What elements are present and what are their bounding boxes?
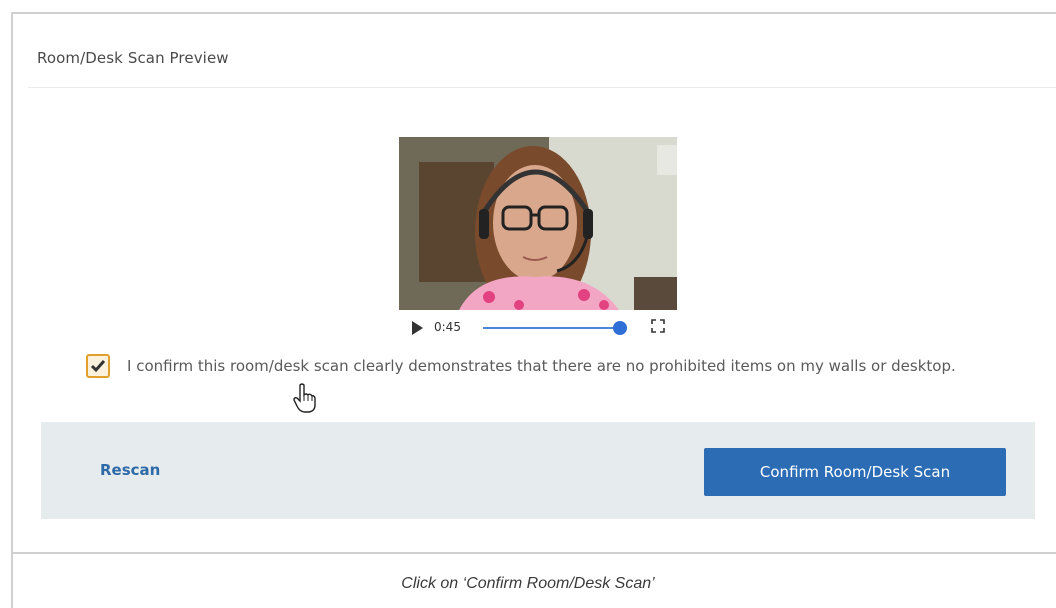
video-player[interactable]: 0:45 <box>399 137 677 345</box>
confirm-label[interactable]: I confirm this room/desk scan clearly de… <box>127 355 967 377</box>
seek-handle[interactable] <box>613 321 627 335</box>
hand-cursor-icon <box>293 383 316 413</box>
webcam-video-image <box>399 137 677 310</box>
checkmark-icon <box>90 360 106 373</box>
rescan-link[interactable]: Rescan <box>100 461 160 479</box>
confirm-checkbox[interactable] <box>86 354 110 378</box>
instruction-caption: Click on ‘Confirm Room/Desk Scan’ <box>401 575 655 592</box>
video-time: 0:45 <box>434 320 461 334</box>
video-frame[interactable] <box>399 137 677 310</box>
dialog-title: Room/Desk Scan Preview <box>37 49 229 67</box>
video-controls: 0:45 <box>399 310 677 345</box>
action-panel: Rescan Confirm Room/Desk Scan <box>41 422 1035 519</box>
confirm-room-desk-scan-button[interactable]: Confirm Room/Desk Scan <box>704 448 1006 496</box>
header-divider <box>28 87 1056 88</box>
fullscreen-icon[interactable] <box>651 319 665 333</box>
bottom-divider <box>11 552 1056 554</box>
seek-bar[interactable] <box>483 327 620 329</box>
play-icon[interactable] <box>412 321 423 335</box>
